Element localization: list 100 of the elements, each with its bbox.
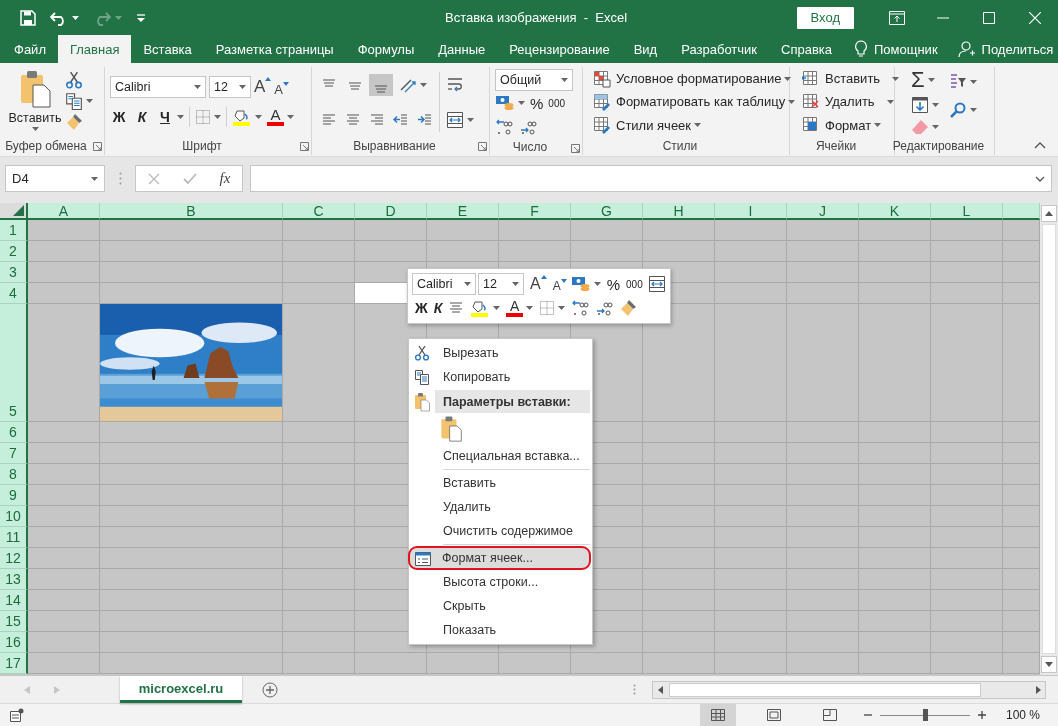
row-header[interactable]: 14 bbox=[0, 590, 28, 611]
menu-item[interactable]: Очистить содержимое bbox=[409, 519, 592, 543]
grid-cell[interactable] bbox=[859, 485, 931, 506]
shrink-font-button[interactable]: A bbox=[274, 77, 289, 97]
grid-cell[interactable] bbox=[715, 485, 787, 506]
grid-cell[interactable] bbox=[283, 590, 355, 611]
assistant-button[interactable]: Помощник bbox=[874, 41, 938, 57]
grid-cell[interactable] bbox=[28, 653, 100, 674]
grid-cell[interactable] bbox=[643, 590, 715, 611]
column-header[interactable]: I bbox=[715, 203, 787, 220]
dialog-launcher-icon[interactable] bbox=[571, 144, 580, 153]
merge-cells-icon[interactable] bbox=[446, 110, 464, 129]
copy-icon[interactable] bbox=[414, 369, 430, 385]
grid-cell[interactable] bbox=[571, 241, 643, 262]
caret-icon[interactable] bbox=[561, 78, 568, 82]
grid-cell[interactable] bbox=[859, 443, 931, 464]
caret-icon[interactable] bbox=[91, 176, 98, 181]
grid-cell[interactable] bbox=[715, 464, 787, 485]
caret-icon[interactable] bbox=[31, 127, 39, 131]
align-center-icon[interactable] bbox=[345, 111, 361, 128]
menu-item[interactable]: Формат ячеек... bbox=[408, 546, 591, 570]
caret-icon[interactable] bbox=[694, 123, 702, 128]
caret-icon[interactable] bbox=[467, 117, 474, 122]
grid-cell[interactable] bbox=[100, 632, 283, 653]
column-header[interactable]: F bbox=[499, 203, 571, 220]
grid-cell[interactable] bbox=[787, 241, 859, 262]
grid-cell[interactable] bbox=[643, 632, 715, 653]
menu-item[interactable]: Высота строки... bbox=[409, 570, 592, 594]
clipboard-icon[interactable] bbox=[440, 415, 462, 443]
clipboard-icon[interactable] bbox=[19, 69, 51, 109]
row-header[interactable]: 13 bbox=[0, 569, 28, 590]
zoom-out-icon[interactable] bbox=[863, 711, 872, 719]
grid-cell[interactable] bbox=[28, 569, 100, 590]
grid-cell[interactable] bbox=[715, 262, 787, 283]
percent-button[interactable]: % bbox=[606, 275, 621, 293]
grid-cell[interactable] bbox=[715, 283, 787, 304]
grid-cell[interactable] bbox=[100, 548, 283, 569]
font-color-button[interactable]: A bbox=[267, 108, 284, 126]
grid-cell[interactable] bbox=[643, 485, 715, 506]
save-icon[interactable] bbox=[20, 9, 36, 26]
grid-cell[interactable] bbox=[787, 485, 859, 506]
wrap-text-icon[interactable] bbox=[446, 75, 464, 94]
grid-cell[interactable] bbox=[283, 569, 355, 590]
grid-cell[interactable] bbox=[100, 485, 283, 506]
conditional-formatting-icon[interactable] bbox=[593, 69, 611, 88]
customize-icon[interactable] bbox=[136, 12, 146, 23]
font-color-button[interactable]: A bbox=[506, 299, 524, 317]
grid-cell[interactable] bbox=[787, 464, 859, 485]
grid-cell[interactable] bbox=[28, 464, 100, 485]
cells-menu-button[interactable]: Удалить bbox=[825, 94, 894, 110]
grid-cell[interactable] bbox=[100, 262, 283, 283]
share-button[interactable]: Поделиться bbox=[981, 41, 1054, 57]
caret-icon[interactable] bbox=[927, 78, 935, 83]
font-size-select[interactable]: 12 bbox=[478, 273, 524, 295]
grid-cell[interactable] bbox=[100, 506, 283, 527]
grid-cell[interactable] bbox=[931, 443, 1003, 464]
align-left-icon[interactable] bbox=[321, 111, 337, 128]
ribbon-tab[interactable]: Справка bbox=[769, 35, 844, 63]
grid-cell[interactable] bbox=[715, 611, 787, 632]
grid-cell[interactable] bbox=[931, 653, 1003, 674]
select-all-icon[interactable] bbox=[13, 205, 24, 216]
grid-cell[interactable] bbox=[283, 611, 355, 632]
row-header[interactable]: 9 bbox=[0, 485, 28, 506]
grid-cell[interactable] bbox=[283, 464, 355, 485]
grid-cell[interactable] bbox=[283, 220, 355, 241]
scroll-up-icon[interactable] bbox=[1045, 211, 1053, 216]
caret-icon[interactable] bbox=[970, 108, 977, 112]
caret-icon[interactable] bbox=[970, 80, 977, 84]
caret-icon[interactable] bbox=[932, 103, 939, 107]
scroll-thumb[interactable] bbox=[1042, 224, 1056, 654]
ribbon-tab[interactable]: Вид bbox=[621, 35, 670, 63]
grid-cell[interactable] bbox=[100, 443, 283, 464]
grid-cell[interactable] bbox=[859, 632, 931, 653]
grid-cell[interactable] bbox=[28, 241, 100, 262]
ribbon-display-icon[interactable] bbox=[889, 10, 905, 25]
name-box[interactable]: D4 bbox=[5, 165, 105, 192]
expand-icon[interactable] bbox=[1035, 175, 1045, 182]
grid-cell[interactable] bbox=[931, 632, 1003, 653]
styles-menu-button[interactable]: Условное форматирование bbox=[616, 71, 792, 87]
zoom-in-icon[interactable] bbox=[977, 711, 986, 719]
grid-cell[interactable] bbox=[931, 262, 1003, 283]
grid-cell[interactable] bbox=[931, 220, 1003, 241]
grid-cell[interactable] bbox=[715, 632, 787, 653]
grid-cell[interactable] bbox=[283, 548, 355, 569]
paste-button[interactable]: Вставить bbox=[8, 69, 62, 125]
grid-cell[interactable] bbox=[931, 569, 1003, 590]
row-header[interactable]: 7 bbox=[0, 443, 28, 464]
caret-icon[interactable] bbox=[892, 76, 900, 81]
format-as-table-icon[interactable] bbox=[593, 93, 611, 111]
grid-cell[interactable] bbox=[787, 283, 859, 304]
underline-button[interactable]: Ч bbox=[156, 109, 174, 125]
italic-button[interactable]: К bbox=[433, 300, 443, 316]
column-header[interactable]: J bbox=[787, 203, 859, 220]
grid-cell[interactable] bbox=[715, 506, 787, 527]
grow-font-button[interactable]: A bbox=[254, 77, 272, 97]
grid-cell[interactable] bbox=[283, 304, 355, 422]
formula-input[interactable] bbox=[250, 165, 1052, 192]
grid-cell[interactable] bbox=[28, 422, 100, 443]
grid-cell[interactable] bbox=[283, 241, 355, 262]
copy-icon[interactable] bbox=[65, 92, 83, 110]
